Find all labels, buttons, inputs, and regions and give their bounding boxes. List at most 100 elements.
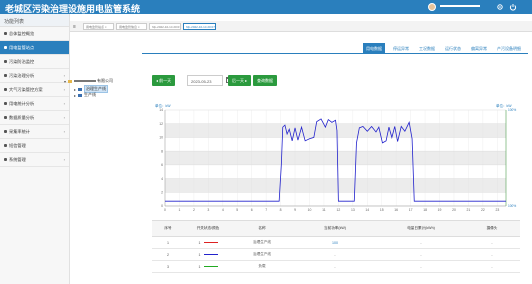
subnav-tab-1[interactable]: 停运异常 [390, 43, 412, 53]
station-tree: ▾ 有限公司 ▸ 治理生产线 ▸ 生产线 [64, 68, 149, 284]
grid-band [165, 151, 506, 165]
menu-item-icon [4, 102, 7, 105]
expand-icon[interactable]: ▸ [74, 87, 76, 92]
tab-3[interactable]: hfp-2022-10-14 20:07:46 × [183, 23, 216, 30]
sidebar-item-9[interactable]: 系统管理 › [0, 153, 69, 167]
camera-cell: - [464, 248, 520, 261]
x-tick-label: 4 [222, 208, 224, 212]
column-header: 当前功率(kW) [292, 220, 378, 237]
tree-root[interactable]: ▾ 有限公司 [64, 78, 113, 84]
table-row[interactable]: 21 治理生产线 - - - [152, 248, 520, 261]
prev-day-button[interactable]: ◂ 前一天 [152, 75, 176, 86]
sidebar-item-5[interactable]: 用电统计分析 › [0, 97, 69, 111]
next-day-button[interactable]: 后一天 ▸ [228, 75, 252, 86]
sidebar-item-label: 总体监控概览 [9, 30, 35, 36]
x-tick-label: 23 [495, 208, 499, 212]
series-color-swatch [203, 253, 218, 256]
table-row[interactable]: 11 治理生产线 100- - [152, 236, 520, 249]
x-tick-label: 20 [452, 208, 456, 212]
tab-0[interactable]: 用电监管站点 × [83, 23, 114, 30]
subnav-tab-4[interactable]: 偏离异常 [468, 43, 490, 53]
expand-icon[interactable]: ▸ [74, 93, 76, 98]
current-power[interactable]: 100 [292, 236, 378, 249]
sidebar-item-label: 污染治理分析 [9, 72, 35, 78]
query-label: 查询数据 [257, 78, 273, 83]
status-cell: 1 [184, 236, 232, 249]
menu-item-icon [4, 32, 7, 35]
tab-1[interactable]: 用电监管信息 × [116, 23, 147, 30]
x-tick-label: 18 [423, 208, 427, 212]
production-line-icon [78, 93, 83, 97]
x-tick-label: 15 [380, 208, 384, 212]
row-number: 3 [152, 260, 184, 273]
y-tick-label: 12 [159, 122, 163, 126]
sidebar-item-1[interactable]: 用电监管站点 [0, 41, 69, 55]
tree-root-label: 有限公司 [97, 78, 114, 83]
sidebar-item-2[interactable]: 污染防治监控 [0, 55, 69, 69]
x-tick-label: 12 [336, 208, 340, 212]
x-tick-label: 0 [164, 208, 166, 212]
sidebar-item-0[interactable]: 总体监控概览 [0, 27, 69, 41]
row-number: 2 [152, 248, 184, 261]
user-avatar[interactable] [428, 3, 436, 11]
subnav-tab-2[interactable]: 工况数据 [416, 43, 438, 53]
subnav-underline [142, 53, 528, 54]
prev-day-label: 前一天 [159, 78, 172, 83]
production-line-icon [78, 87, 83, 91]
y-tick-label: 6 [161, 163, 163, 167]
column-header: 摄像头 [464, 220, 520, 237]
sidebar-title: 功能列表 [0, 14, 69, 27]
x-tick-label: 17 [409, 208, 413, 212]
tree-node-label: 生产线 [84, 92, 97, 97]
sidebar-item-4[interactable]: 大气污染管控方案 › [0, 83, 69, 97]
x-tick-label: 21 [467, 208, 471, 212]
menu-item-icon [4, 116, 7, 119]
y-tick-label: 14 [159, 108, 163, 112]
y-tick-label: 0 [161, 204, 163, 208]
x-tick-label: 2 [193, 208, 195, 212]
y-tick-label: 2 [161, 190, 163, 194]
row-number: 1 [152, 236, 184, 249]
sidebar-item-8[interactable]: 短信管理 [0, 139, 69, 153]
menu-icon[interactable]: ≡ [73, 24, 76, 30]
menu-item-icon [4, 60, 7, 63]
circuit-name: 治理生产线 [232, 236, 292, 249]
tab-2[interactable]: hfp-2022-10-14 20:07:46 × [149, 23, 181, 30]
sidebar-item-3[interactable]: 污染治理分析 › [0, 69, 69, 83]
column-header: 电量日累计(kWh) [378, 220, 464, 237]
table-row[interactable]: 31 负载 - - - [152, 260, 520, 273]
x-tick-label: 10 [308, 208, 312, 212]
folder-icon [68, 79, 73, 83]
y-right-tick-label: 100% [508, 108, 516, 112]
x-tick-label: 16 [394, 208, 398, 212]
x-tick-label: 14 [365, 208, 369, 212]
sidebar-item-6[interactable]: 数据质量分析 › [0, 111, 69, 125]
subnav-tab-5[interactable]: 产污设备明细 [494, 43, 524, 53]
circuit-name: 负载 [232, 260, 292, 273]
status-cell: 1 [184, 260, 232, 273]
x-tick-label: 1 [179, 208, 181, 212]
x-tick-label: 9 [294, 208, 296, 212]
current-power: - [292, 260, 378, 273]
x-tick-label: 6 [251, 208, 253, 212]
subnav-tab-0[interactable]: 用电数据 [363, 43, 385, 53]
series-color-swatch [203, 241, 218, 244]
tree-node-line-2[interactable]: ▸ 生产线 [74, 92, 96, 98]
switch-status: 1 [198, 252, 201, 257]
menu-item-icon [4, 144, 7, 147]
daily-energy: - [378, 236, 464, 249]
collapse-icon[interactable]: ▾ [64, 79, 66, 84]
settings-icon[interactable] [496, 3, 504, 11]
sidebar-item-7[interactable]: 采集率统计 › [0, 125, 69, 139]
current-power: - [292, 248, 378, 261]
query-button[interactable]: 查询数据 [253, 75, 277, 86]
sidebar-item-label: 系统管理 [9, 156, 26, 162]
camera-cell: - [464, 236, 520, 249]
power-icon[interactable] [509, 3, 517, 11]
x-tick-label: 19 [438, 208, 442, 212]
circuit-name: 治理生产线 [232, 248, 292, 261]
subnav-tab-3[interactable]: 运行状态 [442, 43, 464, 53]
user-name-redacted [440, 5, 480, 7]
next-day-label: 后一天 [232, 78, 244, 83]
date-input[interactable]: 2023-05-23 [187, 75, 223, 86]
